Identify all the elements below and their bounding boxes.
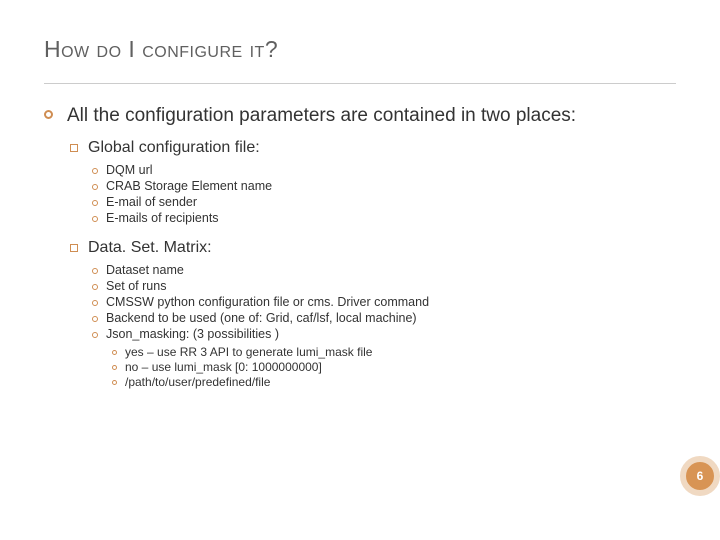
ring-bullet-icon bbox=[112, 350, 117, 355]
ring-bullet-icon bbox=[92, 184, 98, 190]
list-item: Dataset name bbox=[92, 263, 676, 277]
title-divider bbox=[44, 83, 676, 84]
slide: How do I configure it? All the configura… bbox=[0, 0, 720, 540]
square-bullet-icon bbox=[70, 244, 78, 252]
ring-bullet-icon bbox=[92, 216, 98, 222]
section-heading: Data. Set. Matrix: bbox=[88, 239, 212, 257]
ring-bullet-icon bbox=[92, 168, 98, 174]
list-item: DQM url bbox=[92, 163, 676, 177]
slide-title: How do I configure it? bbox=[44, 36, 676, 63]
section-items: Dataset name Set of runs CMSSW python co… bbox=[92, 263, 676, 389]
ring-bullet-icon bbox=[92, 200, 98, 206]
square-bullet-icon bbox=[70, 144, 78, 152]
ring-bullet-icon bbox=[92, 300, 98, 306]
list-item: no – use lumi_mask [0: 1000000000] bbox=[112, 360, 676, 374]
list-item: Json_masking: (3 possibilities ) yes – u… bbox=[92, 327, 676, 389]
ring-bullet-icon bbox=[44, 110, 53, 119]
list-item: /path/to/user/predefined/file bbox=[112, 375, 676, 389]
list-item: E-mail of sender bbox=[92, 195, 676, 209]
intro-text: All the configuration parameters are con… bbox=[67, 104, 576, 129]
section-datasetmatrix: Data. Set. Matrix: Dataset name Set of r… bbox=[70, 239, 676, 389]
ring-bullet-icon bbox=[112, 365, 117, 370]
sections-list: Global configuration file: DQM url CRAB … bbox=[70, 139, 676, 389]
list-item: E-mails of recipients bbox=[92, 211, 676, 225]
ring-bullet-icon bbox=[92, 332, 98, 338]
list-item: Set of runs bbox=[92, 279, 676, 293]
list-item: CRAB Storage Element name bbox=[92, 179, 676, 193]
page-number: 6 bbox=[697, 469, 704, 483]
page-number-badge: 6 bbox=[680, 456, 720, 496]
list-item: yes – use RR 3 API to generate lumi_mask… bbox=[112, 345, 676, 359]
list-item: All the configuration parameters are con… bbox=[44, 104, 676, 389]
ring-bullet-icon bbox=[112, 380, 117, 385]
list-item: Backend to be used (one of: Grid, caf/ls… bbox=[92, 311, 676, 325]
ring-bullet-icon bbox=[92, 316, 98, 322]
ring-bullet-icon bbox=[92, 284, 98, 290]
section-items: DQM url CRAB Storage Element name E-mail… bbox=[92, 163, 676, 225]
section-heading: Global configuration file: bbox=[88, 139, 260, 157]
list-item: CMSSW python configuration file or cms. … bbox=[92, 295, 676, 309]
content-list: All the configuration parameters are con… bbox=[44, 104, 676, 389]
sub-items: yes – use RR 3 API to generate lumi_mask… bbox=[112, 345, 676, 389]
ring-bullet-icon bbox=[92, 268, 98, 274]
section-global: Global configuration file: DQM url CRAB … bbox=[70, 139, 676, 225]
